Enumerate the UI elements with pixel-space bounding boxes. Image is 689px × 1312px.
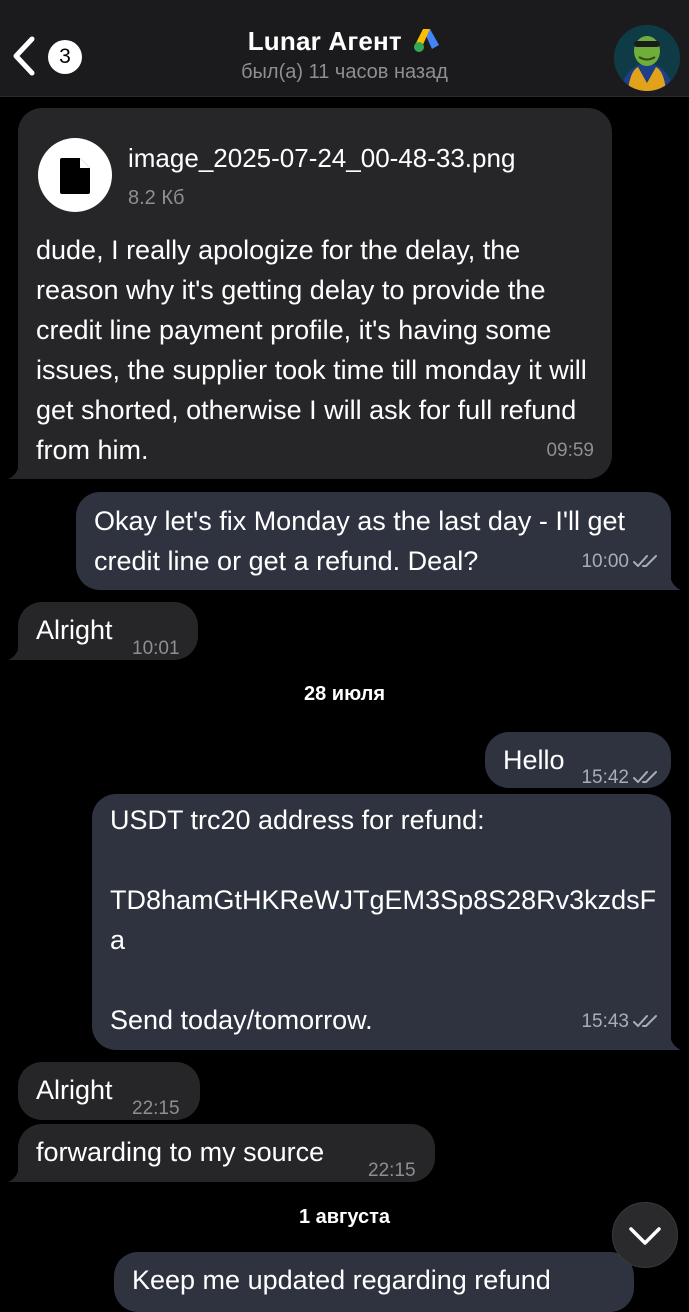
message-meta: 15:42 [581,758,659,798]
message-text: Okay let's fix Monday as the last day - … [94,506,633,576]
message-outgoing[interactable]: USDT trc20 address for refund: TD8hamGtH… [92,794,681,1050]
bubble-tail [8,461,26,479]
avatar[interactable] [614,25,680,91]
file-icon[interactable] [38,138,112,212]
message-text: Hello [503,745,565,775]
message-text: dude, I really apologize for the delay, … [36,235,595,465]
message-text: forwarding to my source [36,1137,325,1167]
last-seen-status: был(а) 11 часов назад [241,61,448,83]
message-text: Alright [36,1075,113,1105]
bubble-tail [663,1032,681,1050]
message-incoming[interactable]: Alright 22:15 [18,1062,200,1120]
chat-title[interactable]: Lunar Агент [0,26,689,57]
message-outgoing[interactable]: Okay let's fix Monday as the last day - … [76,492,681,590]
date-separator: 1 августа [298,1206,391,1228]
message-time: 15:43 [581,1011,629,1032]
double-check-icon [633,771,657,783]
bubble-tail [8,642,26,660]
chat-header: 3 Lunar Агент был(а) 11 часов назад [0,0,689,97]
file-name: image_2025-07-24_00-48-33.png [128,143,516,173]
date-separator: 28 июля [303,683,386,705]
message-time: 10:00 [581,551,629,572]
message-text: Keep me updated regarding refund [132,1265,551,1295]
scroll-to-bottom-button[interactable] [612,1202,678,1268]
message-outgoing[interactable]: Keep me updated regarding refund [114,1252,634,1312]
message-text: USDT trc20 address for refund: TD8hamGtH… [110,805,657,1035]
message-meta: 10:00 [581,542,659,582]
file-glyph-icon [60,158,90,194]
message-outgoing[interactable]: Hello 15:42 [485,732,671,788]
message-time: 09:59 [546,440,594,461]
message-incoming[interactable]: Alright 10:01 [8,602,198,660]
message-time: 22:15 [132,1098,180,1119]
message-incoming[interactable]: image_2025-07-24_00-48-33.png 8.2 Кб dud… [8,108,612,479]
avatar-image [614,25,680,91]
chevron-down-icon [629,1227,661,1245]
message-time: 22:15 [368,1160,416,1181]
double-check-icon [633,555,657,567]
double-check-icon [633,1015,657,1027]
contact-name: Lunar Агент [247,26,402,56]
bubble-tail [663,572,681,590]
message-text: Alright [36,615,113,645]
message-time: 15:42 [581,767,629,788]
message-incoming[interactable]: forwarding to my source 22:15 [8,1124,435,1182]
message-meta: 15:43 [581,1002,659,1042]
file-size: 8.2 Кб [128,187,185,209]
message-time: 10:01 [132,638,180,659]
google-ads-logo [414,29,440,52]
bubble-tail [8,1164,26,1182]
